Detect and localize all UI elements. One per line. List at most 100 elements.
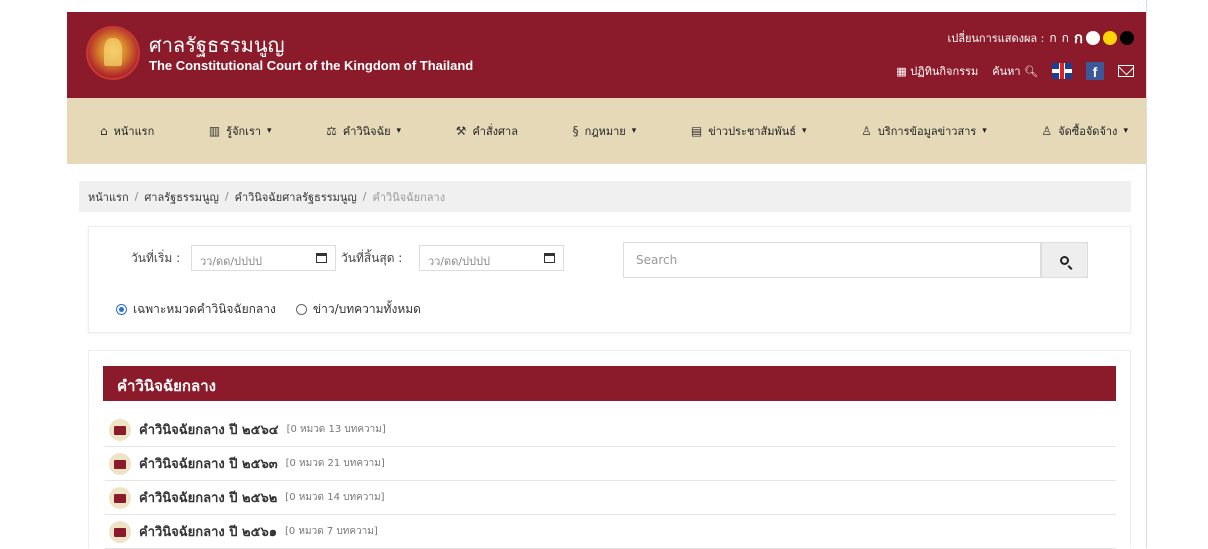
end-date-placeholder: วว/ดด/ปปปป: [428, 255, 490, 268]
nav-home-label: หน้าแรก: [113, 125, 155, 138]
radio-all-news-label[interactable]: ข่าว/บทความทั้งหมด: [313, 300, 421, 319]
list-item[interactable]: คำวินิจฉัยกลาง ปี ๒๕๖๑ [0 หมวด 7 บทความ]: [105, 515, 1116, 549]
theme-black-button[interactable]: [1120, 31, 1134, 45]
chevron-down-icon: ▾: [982, 126, 987, 136]
calendar-icon[interactable]: [544, 253, 555, 263]
breadcrumb-current: คำวินิจฉัยกลาง: [372, 190, 446, 204]
law-icon: §: [572, 124, 579, 138]
end-date-input[interactable]: วว/ดด/ปปปป: [419, 245, 564, 271]
list-item-meta: [0 หมวด 14 บทความ]: [285, 492, 385, 503]
english-flag-icon[interactable]: [1052, 63, 1072, 79]
nav-decisions[interactable]: ⚖ คำวินิจฉัย ▾: [326, 122, 401, 140]
display-settings-label: เปลี่ยนการแสดงผล :: [947, 32, 1045, 45]
folder-icon: [109, 418, 131, 441]
site-title-thai[interactable]: ศาลรัฐธรรมนูญ: [149, 29, 285, 61]
list-item-title[interactable]: คำวินิจฉัยกลาง ปี ๒๕๖๑: [139, 521, 277, 542]
chevron-down-icon: ▾: [267, 126, 272, 136]
site-header: ศาลรัฐธรรมนูญ The Constitutional Court o…: [67, 12, 1146, 98]
search-placeholder: Search: [636, 253, 678, 267]
breadcrumb-court[interactable]: ศาลรัฐธรรมนูญ: [144, 188, 219, 206]
search-link[interactable]: ค้นหา 🔍︎: [992, 62, 1038, 80]
calendar-icon: ▦: [896, 65, 907, 78]
display-settings: เปลี่ยนการแสดงผล : ก ก ก: [947, 26, 1134, 50]
gavel-icon: ⚒: [455, 124, 467, 138]
breadcrumb-decisions[interactable]: คำวินิจฉัยศาลรัฐธรรมนูญ: [235, 188, 357, 206]
calendar-label: ปฏิทินกิจกรรม: [910, 65, 979, 78]
folder-icon: [109, 452, 131, 475]
person-icon: ♙: [1041, 124, 1053, 138]
results-panel: คำวินิจฉัยกลาง คำวินิจฉัยกลาง ปี ๒๕๖๔ [0…: [88, 350, 1131, 549]
section-title: คำวินิจฉัยกลาง: [103, 366, 1116, 401]
page-margin-left: [0, 0, 67, 548]
chevron-down-icon: ▾: [396, 126, 402, 136]
court-logo[interactable]: [86, 26, 140, 80]
list-item-meta: [0 หมวด 7 บทความ]: [284, 526, 378, 537]
font-size-medium[interactable]: ก: [1062, 29, 1069, 48]
chevron-down-icon: ▾: [801, 126, 807, 136]
start-date-label: วันที่เริ่ม :: [131, 251, 181, 265]
search-icon: 🔍︎: [1024, 65, 1038, 78]
font-size-large[interactable]: ก: [1074, 26, 1083, 50]
newspaper-icon: ▤: [690, 124, 703, 138]
page-margin-right: [1146, 0, 1208, 548]
search-input[interactable]: Search: [623, 242, 1041, 278]
theme-yellow-button[interactable]: [1103, 31, 1117, 45]
list-item[interactable]: คำวินิจฉัยกลาง ปี ๒๕๖๒ [0 หมวด 14 บทความ…: [105, 481, 1116, 515]
scales-icon: ⚖: [326, 124, 337, 138]
scope-radio-group: เฉพาะหมวดคำวินิจฉัยกลาง ข่าว/บทความทั้งห…: [116, 300, 421, 319]
list-item[interactable]: คำวินิจฉัยกลาง ปี ๒๕๖๔ [0 หมวด 13 บทความ…: [105, 413, 1116, 447]
page: ศาลรัฐธรรมนูญ The Constitutional Court o…: [0, 0, 1208, 549]
chevron-down-icon: ▾: [631, 126, 637, 136]
nav-orders[interactable]: ⚒ คำสั่งศาล: [456, 122, 518, 140]
calendar-icon[interactable]: [316, 253, 327, 263]
person-icon: ♙: [861, 124, 872, 138]
home-icon: ⌂: [100, 124, 108, 138]
nav-law[interactable]: § กฎหมาย ▾: [573, 122, 637, 140]
folder-icon: [109, 520, 131, 543]
nav-decisions-label: คำวินิจฉัย: [342, 125, 391, 138]
breadcrumb: หน้าแรก / ศาลรัฐธรรมนูญ / คำวินิจฉัยศาลร…: [79, 181, 1131, 212]
nav-about-label: รู้จักเรา: [226, 125, 262, 138]
category-list: คำวินิจฉัยกลาง ปี ๒๕๖๔ [0 หมวด 13 บทความ…: [105, 413, 1116, 549]
mail-icon[interactable]: [1118, 65, 1134, 77]
theme-white-button[interactable]: [1086, 31, 1100, 45]
nav-law-label: กฎหมาย: [584, 125, 626, 138]
nav-info-service[interactable]: ♙ บริการข้อมูลข่าวสาร ▾: [861, 122, 987, 140]
nav-info-service-label: บริการข้อมูลข่าวสาร: [877, 125, 977, 138]
facebook-icon[interactable]: f: [1086, 62, 1104, 80]
nav-procurement-label: จัดซื้อจัดจ้าง: [1058, 125, 1118, 138]
book-icon: ▥: [208, 124, 221, 138]
main-nav: ⌂ หน้าแรก ▥ รู้จักเรา ▾ ⚖ คำวินิจฉัย ▾ ⚒…: [67, 98, 1146, 164]
nav-home[interactable]: ⌂ หน้าแรก: [100, 122, 154, 140]
list-item-title[interactable]: คำวินิจฉัยกลาง ปี ๒๕๖๒: [139, 487, 277, 508]
search-label: ค้นหา: [992, 65, 1021, 78]
nav-news[interactable]: ▤ ข่าวประชาสัมพันธ์ ▾: [691, 122, 807, 140]
list-item[interactable]: คำวินิจฉัยกลาง ปี ๒๕๖๓ [0 หมวด 21 บทความ…: [105, 447, 1116, 481]
nav-news-label: ข่าวประชาสัมพันธ์: [708, 125, 796, 138]
radio-category-only-label[interactable]: เฉพาะหมวดคำวินิจฉัยกลาง: [133, 300, 276, 319]
breadcrumb-separator: /: [134, 190, 139, 203]
folder-icon: [109, 486, 131, 509]
list-item-title[interactable]: คำวินิจฉัยกลาง ปี ๒๕๖๔: [139, 419, 279, 440]
breadcrumb-separator: /: [362, 190, 367, 203]
site-title-english[interactable]: The Constitutional Court of the Kingdom …: [149, 58, 473, 73]
nav-about[interactable]: ▥ รู้จักเรา ▾: [209, 122, 272, 140]
font-size-small[interactable]: ก: [1049, 29, 1056, 48]
calendar-link[interactable]: ▦ ปฏิทินกิจกรรม: [896, 62, 978, 80]
end-date-label: วันที่สิ้นสุด :: [341, 251, 403, 265]
chevron-down-icon: ▾: [1123, 126, 1128, 136]
list-item-title[interactable]: คำวินิจฉัยกลาง ปี ๒๕๖๓: [139, 453, 278, 474]
nav-procurement[interactable]: ♙ จัดซื้อจัดจ้าง ▾: [1041, 122, 1128, 140]
breadcrumb-separator: /: [224, 190, 229, 203]
breadcrumb-home[interactable]: หน้าแรก: [88, 188, 129, 206]
list-item-meta: [0 หมวด 13 บทความ]: [286, 424, 386, 435]
search-button[interactable]: [1041, 242, 1088, 278]
nav-orders-label: คำสั่งศาล: [472, 125, 518, 138]
start-date-placeholder: วว/ดด/ปปปป: [200, 255, 262, 268]
list-item-meta: [0 หมวด 21 บทความ]: [285, 458, 385, 469]
utility-bar: ▦ ปฏิทินกิจกรรม ค้นหา 🔍︎ f: [896, 62, 1134, 80]
filter-panel: วันที่เริ่ม : วว/ดด/ปปปป วันที่สิ้นสุด :…: [88, 226, 1131, 333]
start-date-input[interactable]: วว/ดด/ปปปป: [191, 245, 336, 271]
radio-category-only[interactable]: [116, 304, 127, 315]
radio-all-news[interactable]: [295, 304, 307, 315]
